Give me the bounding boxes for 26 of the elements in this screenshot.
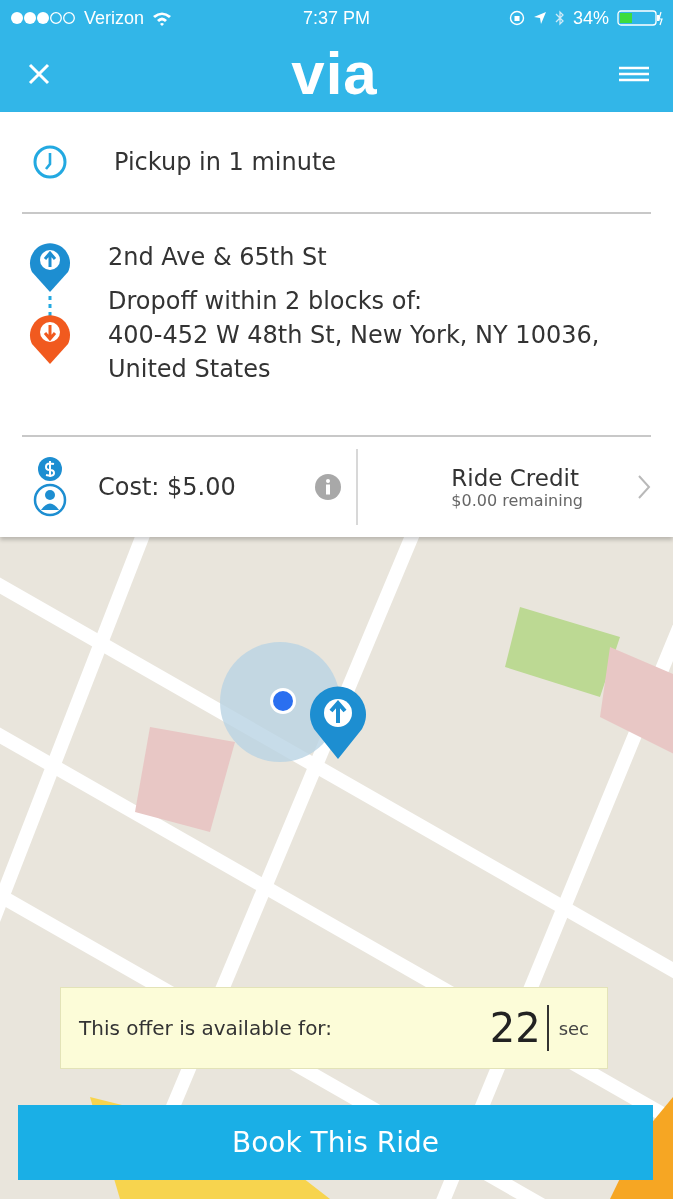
location-arrow-icon [532,11,547,25]
clock-time: 7:37 PM [302,7,370,29]
cost-label: Cost: $5.00 [98,472,236,504]
signal-icon [10,11,76,25]
info-icon [314,473,342,502]
menu-icon [619,66,649,82]
offer-text: This offer is available for: [79,1016,333,1040]
logo: via [291,44,378,104]
clock-icon [32,143,68,180]
lock-rotation-icon [508,10,525,26]
dropoff-label: Dropoff within 2 blocks of: [108,285,424,317]
pickup-address: 2nd Ave & 65th St [108,241,328,273]
countdown-seconds: 22 [489,1005,549,1051]
chevron-right-icon [637,474,651,501]
dropoff-address: 400-452 W 48th St, New York, NY 10036, United States [108,319,601,385]
payment-method-button[interactable]: Ride Credit $0.00 remaining [358,464,651,510]
battery-icon [617,10,663,26]
wifi-icon [152,10,173,26]
close-icon [28,63,50,85]
seconds-unit: sec [558,1017,589,1039]
carrier-name: Verizon [84,7,145,29]
bluetooth-icon [554,9,565,27]
battery-percent: 34% [572,7,609,29]
info-button[interactable] [314,473,342,502]
pickup-time: Pickup in 1 minute [114,146,337,178]
current-location-icon [268,686,298,716]
